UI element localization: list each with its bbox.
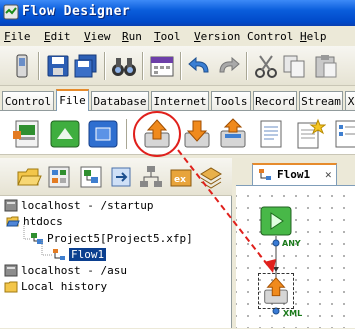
- tab-database[interactable]: Database: [91, 91, 149, 110]
- menu-view[interactable]: View: [84, 30, 111, 43]
- app-icon: [3, 4, 19, 20]
- port-label-any: ANY: [282, 239, 301, 248]
- save-icon[interactable]: [44, 52, 72, 80]
- toolbar-separator: [104, 52, 106, 80]
- calendar-icon[interactable]: [148, 52, 176, 80]
- menu-help[interactable]: Help: [300, 30, 327, 43]
- menu-version-control[interactable]: Version Control: [194, 30, 293, 43]
- tab-control[interactable]: Control: [2, 91, 54, 110]
- explorer-toolbar: ex: [0, 158, 232, 196]
- flow-canvas[interactable]: ANY XML: [236, 185, 355, 328]
- cut-icon[interactable]: [252, 52, 280, 80]
- file-grid-icon[interactable]: [10, 117, 44, 151]
- tab-file[interactable]: File: [56, 89, 89, 111]
- tab-overflow[interactable]: X: [345, 91, 355, 110]
- transfer-file-icon[interactable]: [216, 117, 250, 151]
- toolbar-separator: [38, 52, 40, 80]
- tree-guide-lines: [23, 224, 52, 256]
- palette-tab-strip: Control File Database Internet Tools Rec…: [0, 89, 355, 111]
- undo-icon[interactable]: [186, 52, 214, 80]
- document-list-icon[interactable]: [330, 117, 355, 151]
- tab-record[interactable]: Record: [253, 91, 297, 110]
- new-document-icon[interactable]: [292, 117, 326, 151]
- port-label-xml: XML: [283, 309, 303, 318]
- deploy-icon[interactable]: [108, 164, 134, 190]
- editor-tab-label: Flow1: [277, 168, 311, 181]
- flow-editor: Flow1 ✕ ANY XML: [234, 158, 355, 328]
- window-title: Flow Designer: [22, 4, 131, 19]
- folder-icon: [4, 281, 18, 293]
- copy-icon[interactable]: [280, 52, 308, 80]
- import-icon[interactable]: [198, 164, 224, 190]
- open-folder-icon[interactable]: [16, 164, 42, 190]
- toolbar-separator: [180, 52, 182, 80]
- export-icon[interactable]: ex: [168, 164, 194, 190]
- upload-file-icon[interactable]: [140, 117, 174, 151]
- server-list-icon[interactable]: [46, 164, 72, 190]
- redo-icon[interactable]: [214, 52, 242, 80]
- stop-blue-icon[interactable]: [86, 117, 120, 151]
- save-all-icon[interactable]: [72, 52, 100, 80]
- tab-stream[interactable]: Stream: [299, 91, 343, 110]
- workspace: ex localhost - /startup htdocs Project5[…: [0, 158, 355, 328]
- title-bar: Flow Designer: [0, 0, 355, 26]
- menu-bar: File Edit View Run Tool Version Control …: [0, 26, 355, 46]
- download-file-icon[interactable]: [180, 117, 214, 151]
- svg-text:ex: ex: [174, 175, 186, 185]
- flow-connectors: [272, 236, 280, 315]
- menu-file[interactable]: File: [4, 30, 31, 43]
- project-icon[interactable]: [78, 164, 104, 190]
- paste-icon[interactable]: [312, 52, 340, 80]
- binoculars-icon[interactable]: [110, 52, 138, 80]
- toolbar-separator: [246, 52, 248, 80]
- phone-icon[interactable]: [8, 52, 36, 80]
- menu-run[interactable]: Run: [122, 30, 142, 43]
- tab-tools[interactable]: Tools: [211, 91, 251, 110]
- close-icon[interactable]: ✕: [325, 168, 332, 181]
- editor-tab-flow1[interactable]: Flow1 ✕: [252, 163, 337, 185]
- run-green-icon[interactable]: [48, 117, 82, 151]
- project-explorer: ex localhost - /startup htdocs Project5[…: [0, 158, 232, 328]
- document-icon[interactable]: [254, 117, 288, 151]
- hierarchy-icon[interactable]: [138, 164, 164, 190]
- palette-separator: [126, 119, 128, 149]
- tab-internet[interactable]: Internet: [151, 91, 209, 110]
- menu-edit[interactable]: Edit: [44, 30, 71, 43]
- main-toolbar: [0, 46, 355, 86]
- toolbar-separator: [142, 52, 144, 80]
- component-palette: [0, 110, 355, 155]
- upload-file-icon: [264, 277, 288, 304]
- menu-tool[interactable]: Tool: [154, 30, 181, 43]
- upload-node[interactable]: [258, 273, 294, 309]
- flow-tab-icon: [259, 169, 271, 180]
